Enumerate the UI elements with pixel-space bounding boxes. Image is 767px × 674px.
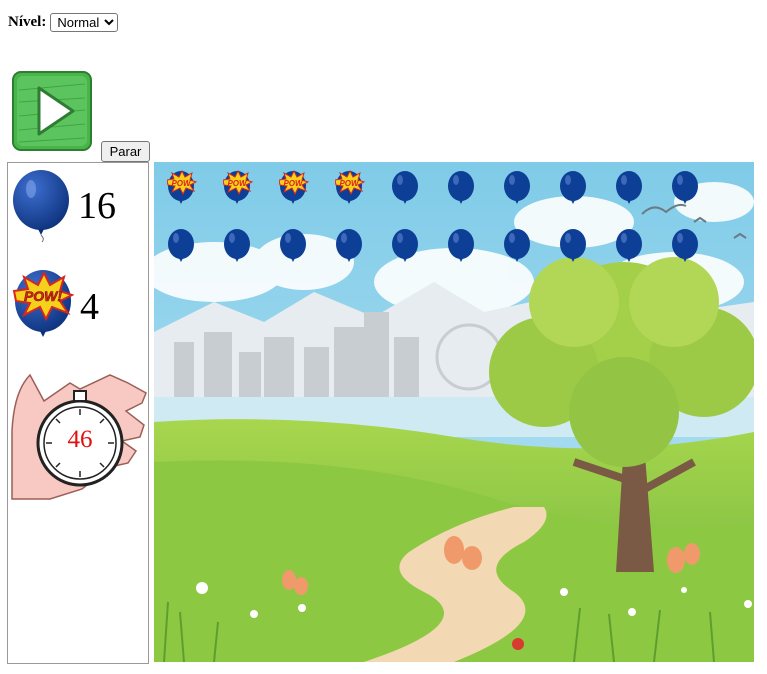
ladybug (512, 638, 524, 650)
pow-balloon-icon: POW (166, 169, 198, 204)
pow-text: POW! (24, 288, 62, 304)
pow-balloon-icon: POW (222, 169, 254, 204)
pow-balloon-icon: POW! (12, 270, 74, 337)
blue-balloon-icon (168, 229, 194, 262)
blue-balloon-icon (224, 229, 250, 262)
blue-balloon-icon (560, 171, 586, 204)
balloon[interactable] (671, 228, 701, 270)
balloon[interactable] (391, 228, 421, 270)
blue-balloon-icon (336, 229, 362, 262)
stop-button[interactable]: Parar (101, 141, 150, 162)
balloon[interactable] (559, 170, 589, 212)
balloon[interactable] (335, 228, 365, 270)
balloon[interactable] (503, 228, 533, 270)
popped-count: 4 (80, 286, 99, 328)
intact-balloons-stat: 16 (12, 169, 116, 243)
level-select[interactable]: Normal (50, 13, 119, 32)
blue-balloon-icon (504, 171, 530, 204)
blue-balloon-icon (616, 171, 642, 204)
stopwatch: 46 (10, 371, 148, 501)
blue-balloon-icon (504, 229, 530, 262)
popped-balloons-stat: POW! 4 (12, 269, 99, 345)
popped-balloon[interactable]: POW (166, 169, 198, 212)
pow-balloon-icon: POW (334, 169, 366, 204)
svg-text:POW: POW (283, 179, 304, 188)
intact-count: 16 (78, 185, 116, 227)
play-icon (12, 71, 92, 151)
play-button[interactable] (11, 70, 93, 152)
blue-balloon-icon (13, 170, 69, 243)
balloon[interactable] (671, 170, 701, 212)
blue-balloon-icon (448, 229, 474, 262)
svg-text:POW: POW (339, 179, 360, 188)
level-label: Nível: (8, 14, 47, 30)
balloon[interactable] (447, 170, 477, 212)
blue-balloon-icon (280, 229, 306, 262)
blue-balloon-icon (616, 229, 642, 262)
svg-text:POW: POW (227, 179, 248, 188)
balloon[interactable] (447, 228, 477, 270)
balloon[interactable] (559, 228, 589, 270)
blue-balloon-icon (560, 229, 586, 262)
balloon[interactable] (167, 228, 197, 270)
game-area[interactable]: POW POW POW POW (154, 162, 754, 662)
blue-balloon-icon (392, 229, 418, 262)
blue-balloon-icon (672, 171, 698, 204)
balloon[interactable] (503, 170, 533, 212)
score-panel: 16 POW! 4 46 (7, 162, 149, 664)
pow-balloon-icon: POW (278, 169, 310, 204)
blue-balloon-icon (672, 229, 698, 262)
popped-balloon[interactable]: POW (278, 169, 310, 212)
blue-balloon-icon (448, 171, 474, 204)
popped-balloon[interactable]: POW (222, 169, 254, 212)
popped-balloon[interactable]: POW (334, 169, 366, 212)
balloon[interactable] (279, 228, 309, 270)
balloon[interactable] (615, 170, 645, 212)
balloon[interactable] (391, 170, 421, 212)
level-control: Nível: Normal (8, 13, 119, 32)
timer-value: 46 (67, 426, 93, 453)
blue-balloon-icon (392, 171, 418, 204)
balloon[interactable] (223, 228, 253, 270)
balloon[interactable] (615, 228, 645, 270)
svg-text:POW: POW (171, 179, 192, 188)
